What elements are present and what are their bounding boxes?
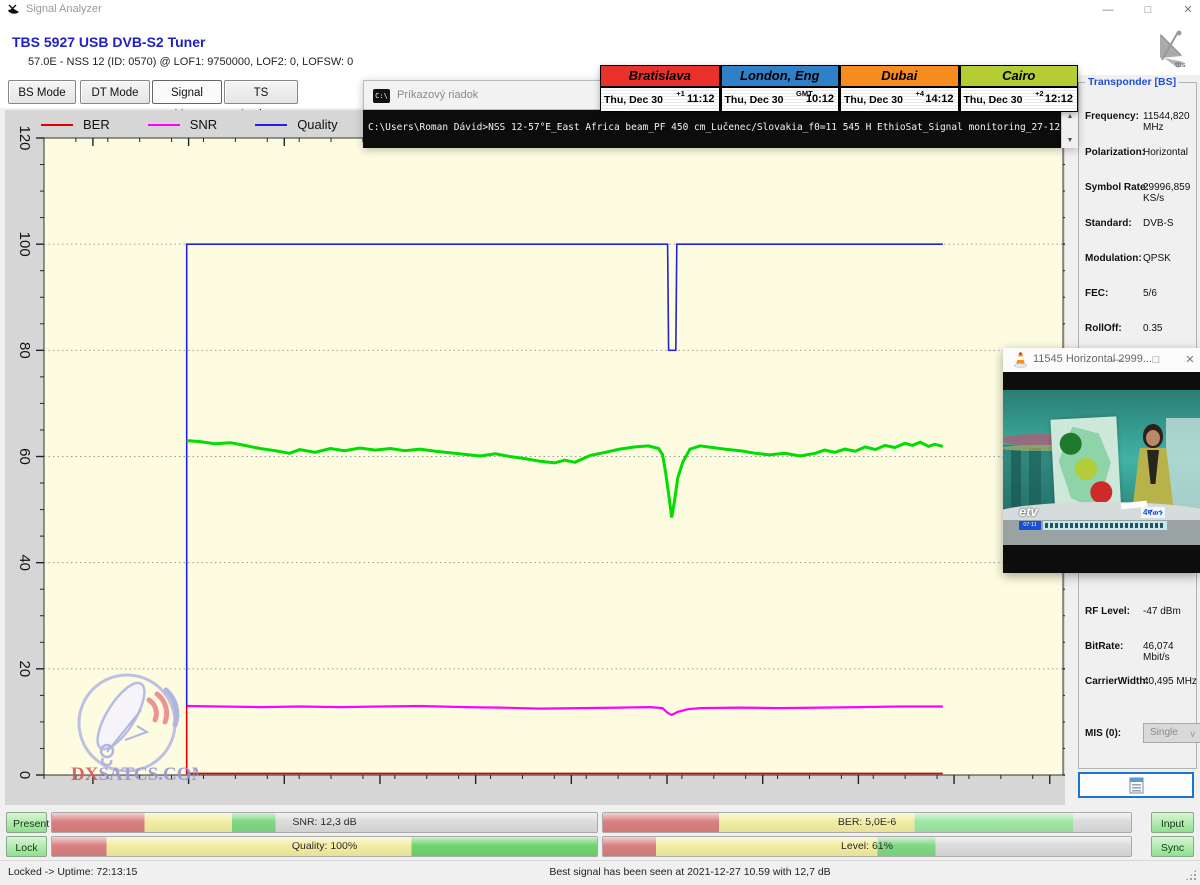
quality-gauge: Quality: 100%	[51, 836, 598, 857]
standard-value: DVB-S	[1143, 218, 1174, 229]
best-signal-status: Best signal has been seen at 2021-12-27 …	[549, 866, 830, 878]
present-button[interactable]: Present	[6, 812, 47, 833]
video-close-button[interactable]: ✕	[1175, 348, 1200, 372]
world-clocks-window: Bratislava Thu, Dec 30 +1 11:12 London, …	[600, 65, 1078, 112]
ber-gauge: BER: 5,0E-6	[602, 812, 1132, 833]
tuner-subtitle: 57.0E - NSS 12 (ID: 0570) @ LOF1: 975000…	[28, 56, 353, 68]
clock-dubai: Dubai Thu, Dec 30 +4 14:12	[839, 65, 959, 112]
close-button[interactable]: ✕	[1168, 0, 1200, 20]
vlc-video-window: 11545 Horizontal 2999... — □ ✕	[1003, 348, 1200, 573]
svg-text:tbs: tbs	[1175, 62, 1186, 69]
svg-text:40: 40	[16, 554, 33, 571]
carrier-width-value: 40,495 MHz	[1143, 676, 1197, 687]
symbol-rate-value: 29996,859 KS/s	[1143, 182, 1199, 204]
video-title: 11545 Horizontal 2999...	[1033, 353, 1152, 365]
level-gauge: Level: 61%	[602, 836, 1132, 857]
etv-logo: etv	[1019, 504, 1038, 519]
time-badge: 07:11	[1019, 521, 1041, 530]
svg-text:60: 60	[16, 448, 33, 465]
frequency-value: 11544,820 MHz	[1143, 111, 1199, 133]
clock-london: London, Eng Thu, Dec 30 GMT 10:12	[720, 65, 840, 112]
console-scrollbar[interactable]: ▲ ▼	[1061, 110, 1078, 148]
console-title: Príkazový riadok	[397, 89, 478, 101]
minimize-button[interactable]: —	[1088, 0, 1128, 20]
list-icon	[1129, 777, 1144, 794]
video-maximize-button[interactable]: □	[1141, 348, 1171, 372]
resize-grip[interactable]	[1185, 869, 1197, 881]
news-ticker	[1043, 521, 1167, 530]
chevron-down-icon: ∨	[1189, 725, 1196, 743]
app-icon	[7, 3, 21, 17]
mis-dropdown[interactable]: Single ∨	[1143, 723, 1200, 743]
news-studio-scene: etv 07:11 4ኛወን	[1003, 390, 1200, 545]
rf-level-value: -47 dBm	[1143, 606, 1181, 617]
sync-ts-button[interactable]: Sync TS	[1151, 836, 1194, 857]
status-bar: Locked -> Uptime: 72:13:15 Best signal h…	[0, 860, 1200, 885]
tuner-title: TBS 5927 USB DVB-S2 Tuner	[12, 34, 205, 50]
clock-bratislava: Bratislava Thu, Dec 30 +1 11:12	[600, 65, 720, 112]
cmd-icon: C:\	[373, 89, 390, 103]
vlc-cone-icon	[1013, 352, 1028, 368]
ts-list-button[interactable]	[1078, 772, 1194, 798]
bitrate-value: 46,074 Mbit/s	[1143, 641, 1199, 663]
bs-mode-button[interactable]: BS Mode	[8, 80, 76, 104]
dt-mode-button[interactable]: DT Mode	[80, 80, 150, 104]
tbs-satellite-logo: tbs	[1148, 28, 1194, 74]
dxsatcs-watermark-logo: DXSATCS.COM	[63, 668, 198, 788]
signal-mon-button[interactable]: Signal Mon.	[152, 80, 222, 104]
snr-gauge: SNR: 12,3 dB	[51, 812, 598, 833]
svg-text:20: 20	[16, 660, 33, 677]
video-content: etv 07:11 4ኛወን	[1003, 372, 1200, 573]
bottom-gauges: Present Lock SNR: 12,3 dB Quality: 100% …	[0, 808, 1200, 860]
groupbox-title: Transponder [BS]	[1085, 76, 1179, 88]
svg-text:80: 80	[16, 342, 33, 359]
svg-text:DXSATCS.COM: DXSATCS.COM	[71, 764, 198, 785]
clock-cairo: Cairo Thu, Dec 30 +2 12:12	[959, 65, 1079, 112]
video-minimize-button[interactable]: —	[1103, 348, 1133, 372]
maximize-button[interactable]: □	[1128, 0, 1168, 20]
app-title: Signal Analyzer	[26, 3, 102, 15]
modulation-value: QPSK	[1143, 253, 1171, 264]
video-titlebar[interactable]: 11545 Horizontal 2999... — □ ✕	[1003, 348, 1200, 373]
channel-4-badge: 4ኛወን	[1141, 507, 1165, 518]
signal-chart-widget: BER SNR Quality Level 020406080100120 DX…	[5, 110, 1065, 805]
svg-text:100: 100	[16, 232, 33, 257]
rolloff-value: 0.35	[1143, 323, 1162, 334]
scroll-down-icon[interactable]: ▼	[1062, 134, 1078, 147]
ts-analyzer-button[interactable]: TS Analyzer (OK)	[224, 80, 298, 104]
fec-value: 5/6	[1143, 288, 1157, 299]
console-command-line: C:\Users\Roman Dávid>NSS 12-57°E_East Af…	[368, 122, 1060, 133]
lock-button[interactable]: Lock	[6, 836, 47, 857]
input-ts-button[interactable]: Input TS	[1151, 812, 1194, 833]
svg-text:0: 0	[16, 771, 33, 779]
console-body: C:\Users\Roman Dávid>NSS 12-57°E_East Af…	[363, 110, 1078, 148]
polarization-value: Horizontal	[1143, 147, 1188, 158]
svg-text:120: 120	[16, 125, 33, 150]
app-titlebar[interactable]: Signal Analyzer — □ ✕	[0, 0, 1200, 20]
lock-uptime-status: Locked -> Uptime: 72:13:15	[8, 866, 137, 878]
